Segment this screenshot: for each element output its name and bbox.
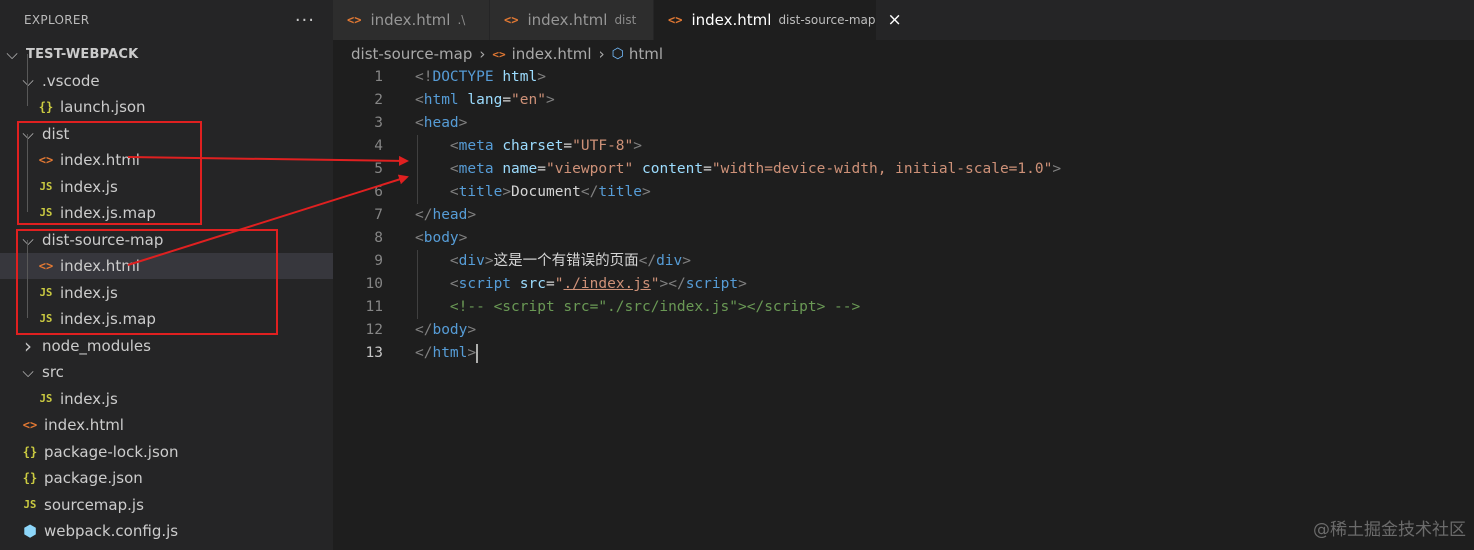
line-number: 8 bbox=[374, 230, 383, 246]
breadcrumb: dist-source-map › <> index.html › ⬡ html bbox=[333, 40, 1474, 68]
code-editor[interactable]: 1 <!DOCTYPE html> 2 <html lang="en"> 3 <hea… bbox=[333, 66, 1474, 550]
chevron-right-icon: › bbox=[598, 45, 605, 63]
tree-folder--vscode[interactable]: ⌵ .vscode bbox=[0, 68, 333, 94]
tree-file-item[interactable]: {} launch.json bbox=[0, 94, 333, 120]
code-line: <head> bbox=[415, 115, 468, 131]
code-line: <script src="./index.js"></script> bbox=[449, 276, 747, 292]
tree-item-label: package-lock.json bbox=[44, 442, 179, 461]
js-file-icon: JS bbox=[39, 392, 53, 405]
more-actions-icon[interactable]: ··· bbox=[295, 10, 315, 31]
text-cursor bbox=[476, 343, 479, 363]
tab-label: index.html bbox=[527, 11, 608, 29]
chevron-right-icon: › bbox=[24, 333, 32, 358]
line-number: 9 bbox=[374, 253, 383, 269]
code-line: <div>这是一个有错误的页面</div> bbox=[449, 253, 691, 269]
tab-description: dist-source-map bbox=[778, 13, 876, 27]
explorer-title: EXPLORER bbox=[24, 13, 90, 27]
tree-item-label: package.json bbox=[44, 469, 143, 487]
tree-folder-test-webpack[interactable]: ⌵ TEST-WEBPACK bbox=[0, 41, 333, 67]
code-line: </head> bbox=[415, 207, 477, 223]
tree-item-label: webpack.config.js bbox=[44, 522, 179, 540]
json-file-icon: {} bbox=[22, 444, 38, 459]
json-file-icon: {} bbox=[38, 100, 54, 114]
tree-item-label: launch.json bbox=[60, 98, 146, 116]
line-number: 3 bbox=[374, 115, 383, 131]
tree-folder-node-modules[interactable]: › node_modules bbox=[0, 333, 333, 359]
code-line: <body> bbox=[415, 230, 468, 246]
tree-file-item[interactable]: {} package.json bbox=[0, 465, 333, 491]
tree-item-label: index.js bbox=[60, 389, 118, 408]
tree-item-label: node_modules bbox=[42, 336, 151, 355]
line-number: 2 bbox=[374, 92, 383, 108]
tree-file-item[interactable]: {} package-lock.json bbox=[0, 439, 333, 465]
line-number: 12 bbox=[365, 322, 383, 338]
html-file-icon: <> bbox=[22, 418, 38, 432]
tab-label: index.html bbox=[370, 11, 451, 29]
editor-tab[interactable]: <> index.html dist bbox=[490, 0, 654, 40]
code-line: <title>Document</title> bbox=[449, 184, 651, 200]
code-line: <!-- <script src="./src/index.js"></scri… bbox=[449, 299, 861, 315]
annotation-box-dist bbox=[17, 121, 202, 225]
code-line: </body> bbox=[415, 322, 477, 338]
html-file-icon: <> bbox=[492, 47, 506, 61]
code-line: <html lang="en"> bbox=[415, 92, 555, 108]
tab-label: index.html bbox=[691, 11, 772, 29]
chevron-right-icon: › bbox=[479, 45, 486, 63]
watermark: @稀土掘金技术社区 bbox=[1313, 520, 1466, 540]
html-file-icon: <> bbox=[504, 13, 519, 27]
breadcrumb-file[interactable]: index.html bbox=[512, 45, 592, 63]
chevron-down-icon: ⌵ bbox=[22, 363, 34, 381]
code-line: </html> bbox=[415, 343, 479, 363]
html-file-icon: <> bbox=[668, 13, 683, 27]
code-line: <meta charset="UTF-8"> bbox=[449, 138, 642, 154]
tree-file-item[interactable]: JS index.js bbox=[0, 386, 333, 412]
line-number: 6 bbox=[374, 184, 383, 200]
line-number: 1 bbox=[374, 69, 383, 85]
line-number: 11 bbox=[365, 299, 383, 315]
tree-file-item[interactable]: <> index.html bbox=[0, 412, 333, 438]
line-number: 10 bbox=[365, 276, 383, 292]
chevron-down-icon: ⌵ bbox=[6, 45, 18, 63]
line-number: 13 bbox=[365, 345, 383, 361]
tab-description: dist bbox=[614, 13, 637, 27]
tree-item-label: index.html bbox=[44, 416, 124, 434]
chevron-down-icon: ⌵ bbox=[22, 71, 34, 90]
editor-tab[interactable]: <> index.html dist-source-map × bbox=[654, 0, 902, 40]
tree-folder-src[interactable]: ⌵ src bbox=[0, 359, 333, 385]
tree-item-label: src bbox=[42, 363, 64, 381]
line-number: 7 bbox=[374, 207, 383, 223]
breadcrumb-symbol[interactable]: html bbox=[629, 45, 663, 63]
tree-item-label: sourcemap.js bbox=[44, 495, 144, 514]
annotation-box-dist-source-map bbox=[16, 229, 278, 335]
breadcrumb-folder[interactable]: dist-source-map bbox=[351, 45, 472, 63]
code-line: <meta name="viewport" content="width=dev… bbox=[449, 161, 1062, 177]
json-file-icon: {} bbox=[22, 471, 38, 485]
js-file-icon: JS bbox=[23, 498, 37, 511]
tree-item-label: TEST-WEBPACK bbox=[26, 46, 139, 62]
html-file-icon: <> bbox=[347, 13, 362, 27]
explorer-header: EXPLORER ··· bbox=[0, 0, 333, 40]
tab-description: .\ bbox=[457, 13, 466, 27]
line-number: 5 bbox=[374, 161, 383, 177]
code-line: <!DOCTYPE html> bbox=[415, 69, 546, 85]
tree-item-label: .vscode bbox=[42, 71, 100, 90]
tree-file-item[interactable]: JS sourcemap.js bbox=[0, 492, 333, 518]
symbol-element-icon: ⬡ bbox=[611, 46, 624, 62]
line-number: 4 bbox=[374, 138, 383, 154]
editor-tabs: <> index.html .\ <> index.html dist <> index.ht… bbox=[333, 0, 1474, 40]
close-icon[interactable]: × bbox=[888, 10, 902, 30]
tree-file-item[interactable]: ⬢ webpack.config.js bbox=[0, 518, 333, 544]
editor-tab[interactable]: <> index.html .\ bbox=[333, 0, 490, 40]
tree-indent-guide bbox=[27, 54, 28, 106]
webpack-config-icon: ⬢ bbox=[23, 522, 37, 540]
